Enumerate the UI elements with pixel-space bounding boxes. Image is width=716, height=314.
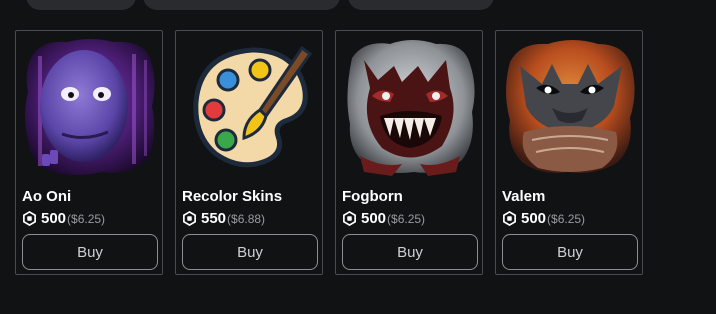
product-name: Recolor Skins [182,188,283,205]
product-card-valem[interactable]: Valem 500 ($6.25) Buy [495,30,643,275]
robux-icon [183,211,196,226]
usd-price: ($6.25) [67,211,106,226]
price-row: 500 ($6.25) [502,210,585,227]
top-tab-3[interactable] [348,0,494,10]
usd-price: ($6.25) [387,211,426,226]
ao-oni-thumbnail[interactable] [22,36,158,178]
buy-button[interactable]: Buy [502,234,638,270]
buy-button[interactable]: Buy [182,234,318,270]
price-row: 500 ($6.25) [22,210,105,227]
usd-price: ($6.25) [547,211,586,226]
product-grid: Ao Oni 500 ($6.25) Buy Recolor Skins 550… [15,30,643,275]
paint-palette-thumbnail[interactable] [182,36,318,178]
top-tab-2[interactable] [143,0,340,10]
top-tab-1[interactable] [26,0,136,10]
robux-icon [23,211,36,226]
fogborn-thumbnail[interactable] [342,36,478,178]
robux-price: 550 [201,210,227,227]
robux-price: 500 [41,210,67,227]
robux-price: 500 [521,210,547,227]
product-card-fogborn[interactable]: Fogborn 500 ($6.25) Buy [335,30,483,275]
usd-price: ($6.88) [227,211,266,226]
catalog-page: Ao Oni 500 ($6.25) Buy Recolor Skins 550… [0,0,716,314]
valem-thumbnail[interactable] [502,36,638,178]
price-row: 550 ($6.88) [182,210,265,227]
robux-icon [343,211,356,226]
product-card-ao-oni[interactable]: Ao Oni 500 ($6.25) Buy [15,30,163,275]
product-name: Ao Oni [22,188,72,205]
product-card-recolor-skins[interactable]: Recolor Skins 550 ($6.88) Buy [175,30,323,275]
product-name: Fogborn [342,188,403,205]
paint-palette-icon [193,45,313,168]
price-row: 500 ($6.25) [342,210,425,227]
robux-price: 500 [361,210,387,227]
buy-button[interactable]: Buy [342,234,478,270]
robux-icon [503,211,516,226]
buy-button[interactable]: Buy [22,234,158,270]
product-name: Valem [502,188,546,205]
